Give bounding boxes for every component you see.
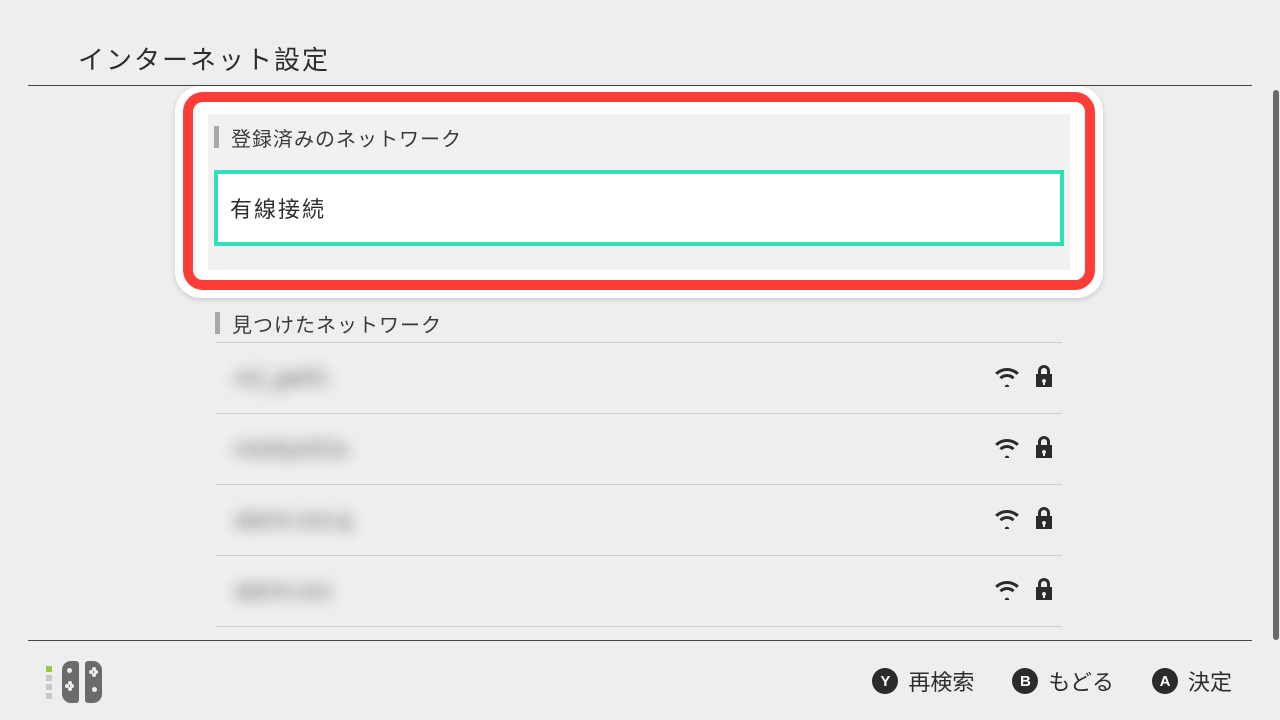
footer: Y 再検索 B もどる A 決定 bbox=[28, 640, 1252, 720]
lock-icon bbox=[1034, 435, 1054, 464]
wifi-icon bbox=[994, 507, 1020, 534]
hint-research[interactable]: Y 再検索 bbox=[872, 665, 974, 697]
wired-connection-row[interactable]: 有線接続 bbox=[214, 170, 1064, 246]
wifi-icon bbox=[994, 365, 1020, 392]
page-title: インターネット設定 bbox=[78, 40, 330, 77]
joycon-left-icon bbox=[62, 661, 79, 703]
network-ssid: aterm-xxx-g bbox=[235, 507, 994, 533]
registered-networks-title: 登録済みのネットワーク bbox=[231, 123, 462, 152]
y-button-icon: Y bbox=[872, 668, 898, 694]
joycon-right-icon bbox=[85, 661, 102, 703]
hint-label: もどる bbox=[1048, 665, 1114, 697]
found-networks-header: 見つけたネットワーク bbox=[215, 304, 1062, 342]
network-row[interactable]: ncl_gw01 bbox=[215, 342, 1062, 413]
a-button-icon: A bbox=[1152, 668, 1178, 694]
registered-networks-panel: 登録済みのネットワーク 有線接続 bbox=[208, 114, 1070, 270]
hint-back[interactable]: B もどる bbox=[1012, 665, 1114, 697]
found-networks-list: ncl_gw01 nctokyo01a aterm-xxx-g bbox=[215, 342, 1062, 640]
b-button-icon: B bbox=[1012, 668, 1038, 694]
header: インターネット設定 bbox=[28, 0, 1252, 86]
button-hints: Y 再検索 B もどる A 決定 bbox=[872, 665, 1232, 697]
hint-label: 決定 bbox=[1188, 665, 1232, 697]
network-ssid: aterm-xxx bbox=[235, 578, 994, 604]
registered-networks-header: 登録済みのネットワーク bbox=[208, 114, 1070, 160]
lock-icon bbox=[1034, 364, 1054, 393]
controller-status bbox=[46, 661, 102, 703]
found-networks-title: 見つけたネットワーク bbox=[232, 309, 442, 338]
registered-highlight-card: 登録済みのネットワーク 有線接続 bbox=[175, 86, 1103, 298]
section-marker bbox=[215, 312, 220, 334]
lock-icon bbox=[1034, 577, 1054, 606]
network-row[interactable]: aterm-xxx bbox=[215, 555, 1062, 626]
lock-icon bbox=[1034, 506, 1054, 535]
section-marker bbox=[214, 126, 219, 148]
network-row[interactable]: aterm-xxx-g bbox=[215, 484, 1062, 555]
network-ssid: nctokyo01a bbox=[235, 436, 994, 462]
network-row[interactable]: nctokyo01a bbox=[215, 413, 1062, 484]
wifi-icon bbox=[994, 578, 1020, 605]
network-ssid: ncl_gw01 bbox=[235, 365, 994, 391]
scrollbar[interactable] bbox=[1273, 90, 1279, 640]
wifi-icon bbox=[994, 436, 1020, 463]
hint-confirm[interactable]: A 決定 bbox=[1152, 665, 1232, 697]
manual-setup-row[interactable]: 手動で設定 bbox=[215, 626, 1062, 640]
player-led bbox=[46, 666, 52, 699]
hint-label: 再検索 bbox=[908, 665, 974, 697]
wired-connection-label: 有線接続 bbox=[230, 192, 326, 224]
